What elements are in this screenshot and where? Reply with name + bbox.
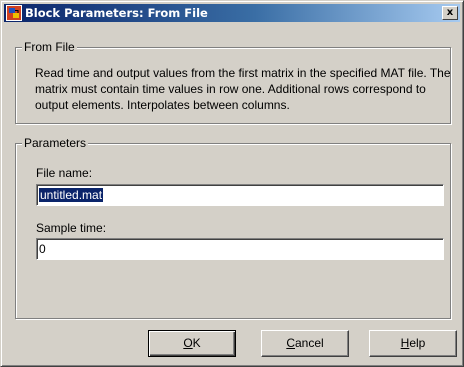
sample-time-input[interactable]: 0 bbox=[36, 238, 444, 260]
help-label-rest: elp bbox=[409, 336, 426, 350]
parameters-legend: Parameters bbox=[22, 136, 89, 150]
file-name-value: untitled.mat bbox=[39, 188, 104, 202]
file-name-label: File name: bbox=[36, 166, 93, 180]
simulink-block-icon bbox=[6, 5, 22, 21]
block-parameters-dialog: Block Parameters: From File x From File … bbox=[0, 0, 464, 367]
title-bar[interactable]: Block Parameters: From File x bbox=[4, 4, 460, 22]
parameters-group: Parameters File name: untitled.mat Sampl… bbox=[15, 136, 451, 319]
ok-label-rest: K bbox=[192, 336, 201, 350]
block-description: Read time and output values from the fir… bbox=[35, 66, 451, 112]
help-button[interactable]: Help bbox=[369, 330, 457, 357]
close-button[interactable]: x bbox=[442, 6, 458, 20]
cancel-button[interactable]: Cancel bbox=[261, 330, 349, 357]
sample-time-label: Sample time: bbox=[36, 221, 107, 235]
ok-mnemonic: O bbox=[183, 336, 193, 350]
cancel-mnemonic: C bbox=[286, 336, 295, 350]
cancel-label-rest: ancel bbox=[294, 336, 324, 350]
sample-time-value: 0 bbox=[39, 242, 46, 256]
close-icon: x bbox=[446, 7, 454, 18]
ok-button[interactable]: OK bbox=[148, 330, 236, 357]
file-name-input[interactable]: untitled.mat bbox=[36, 184, 444, 206]
window-title: Block Parameters: From File bbox=[25, 6, 208, 20]
from-file-legend: From File bbox=[22, 40, 77, 54]
